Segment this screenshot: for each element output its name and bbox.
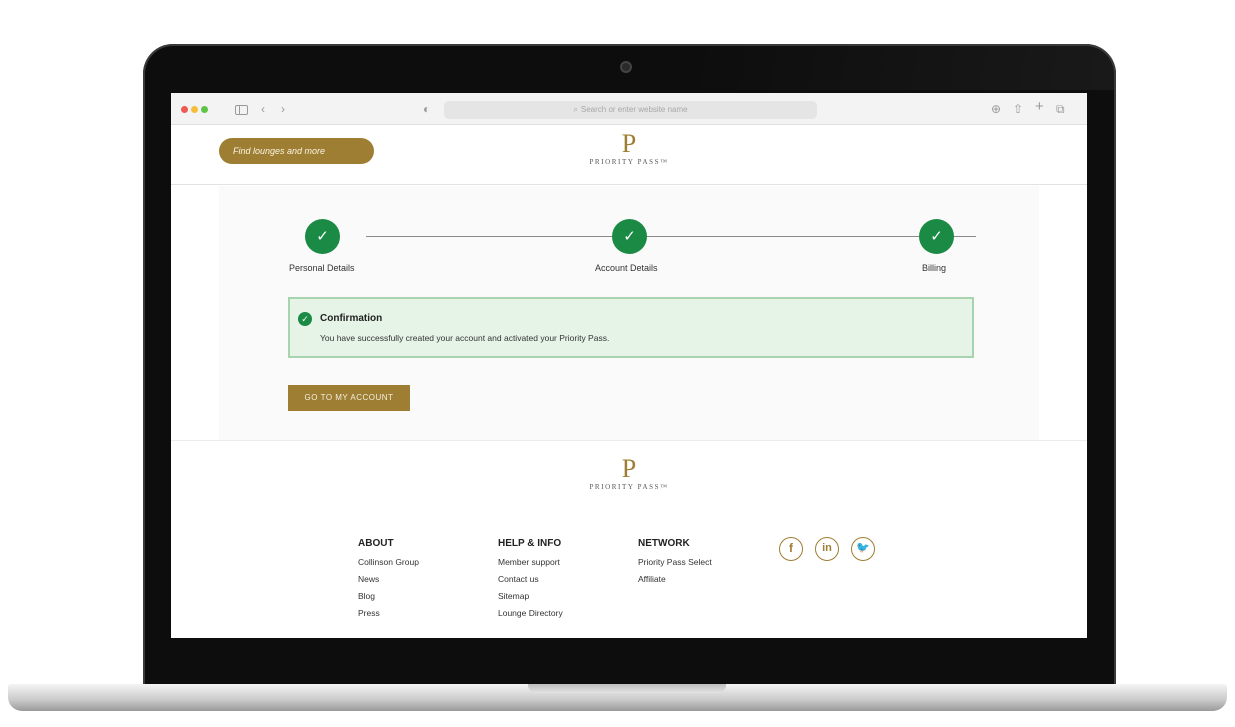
confirmation-message: You have successfully created your accou… [320, 333, 610, 343]
sidebar-icon[interactable] [235, 105, 248, 115]
footer-heading: NETWORK [638, 538, 690, 549]
footer-logo[interactable]: P PRIORITY PASS™ [581, 456, 677, 492]
minimize-window-button[interactable] [191, 106, 198, 113]
footer-link-affiliate[interactable]: Affiliate [638, 571, 712, 588]
footer-link-priority-pass-select[interactable]: Priority Pass Select [638, 554, 712, 571]
tab-overview-icon[interactable]: ⧉ [1056, 102, 1065, 116]
footer-link-contact-us[interactable]: Contact us [498, 571, 563, 588]
footer-link-sitemap[interactable]: Sitemap [498, 588, 563, 605]
footer-logo-letter: P [621, 454, 637, 483]
footer-about-column: ABOUT Collinson Group News Blog Press [358, 537, 419, 622]
screen-glare [690, 46, 1114, 90]
footer-network-column: NETWORK Priority Pass Select Affiliate [638, 537, 712, 588]
new-tab-icon[interactable]: + [1035, 99, 1044, 114]
footer-link-lounge-directory[interactable]: Lounge Directory [498, 605, 563, 622]
logo-text: PRIORITY PASS™ [589, 158, 669, 166]
step-billing-check-icon: ✓ [919, 219, 954, 254]
downloads-icon[interactable]: ⊕ [991, 102, 1001, 116]
share-icon[interactable]: ⇧ [1013, 102, 1023, 116]
step-account-details-check-icon: ✓ [612, 219, 647, 254]
footer-link-blog[interactable]: Blog [358, 588, 419, 605]
go-to-my-account-button[interactable]: GO TO MY ACCOUNT [288, 385, 410, 411]
twitter-icon[interactable]: 🐦 [851, 537, 875, 561]
confirmation-alert: ✓ Confirmation You have successfully cre… [288, 297, 974, 358]
forward-icon[interactable]: › [281, 102, 285, 116]
address-bar[interactable]: ⌕ Search or enter website name [444, 101, 817, 119]
search-icon: ⌕ [573, 105, 578, 114]
camera-icon [620, 61, 632, 73]
footer-link-news[interactable]: News [358, 571, 419, 588]
back-icon[interactable]: ‹ [261, 102, 265, 116]
site-header: Find lounges and more P PRIORITY PASS™ [171, 125, 1087, 185]
registration-main: ✓ Personal Details ✓ Account Details ✓ B… [219, 186, 1039, 440]
footer-link-member-support[interactable]: Member support [498, 554, 563, 571]
step-account-details-label: Account Details [595, 263, 658, 273]
step-personal-details-label: Personal Details [289, 263, 355, 273]
step-billing-label: Billing [922, 263, 947, 273]
footer-help-column: HELP & INFO Member support Contact us Si… [498, 537, 563, 622]
site-footer: P PRIORITY PASS™ ABOUT Collinson Group N… [171, 440, 1087, 638]
footer-heading: HELP & INFO [498, 538, 562, 549]
browser-screen: ‹ › ◐ ⌕ Search or enter website name ⊕ ⇧ … [171, 93, 1087, 638]
laptop-notch [528, 684, 726, 693]
footer-link-collinson-group[interactable]: Collinson Group [358, 554, 419, 571]
confirmation-title: Confirmation [320, 313, 383, 324]
logo-letter: P [621, 129, 637, 158]
facebook-icon[interactable]: f [779, 537, 803, 561]
linkedin-icon[interactable]: in [815, 537, 839, 561]
footer-heading: ABOUT [358, 538, 394, 549]
priority-pass-logo[interactable]: P PRIORITY PASS™ [581, 131, 677, 167]
address-bar-placeholder: Search or enter website name [580, 105, 688, 114]
step-personal-details-check-icon: ✓ [305, 219, 340, 254]
zoom-window-button[interactable] [201, 106, 208, 113]
find-lounges-button[interactable]: Find lounges and more [219, 138, 374, 164]
progress-line [366, 236, 976, 237]
privacy-shield-icon[interactable]: ◐ [423, 102, 430, 116]
footer-logo-text: PRIORITY PASS™ [589, 483, 669, 491]
success-check-icon: ✓ [298, 312, 312, 326]
browser-toolbar: ‹ › ◐ ⌕ Search or enter website name ⊕ ⇧ … [171, 93, 1087, 125]
close-window-button[interactable] [181, 106, 188, 113]
footer-link-press[interactable]: Press [358, 605, 419, 622]
